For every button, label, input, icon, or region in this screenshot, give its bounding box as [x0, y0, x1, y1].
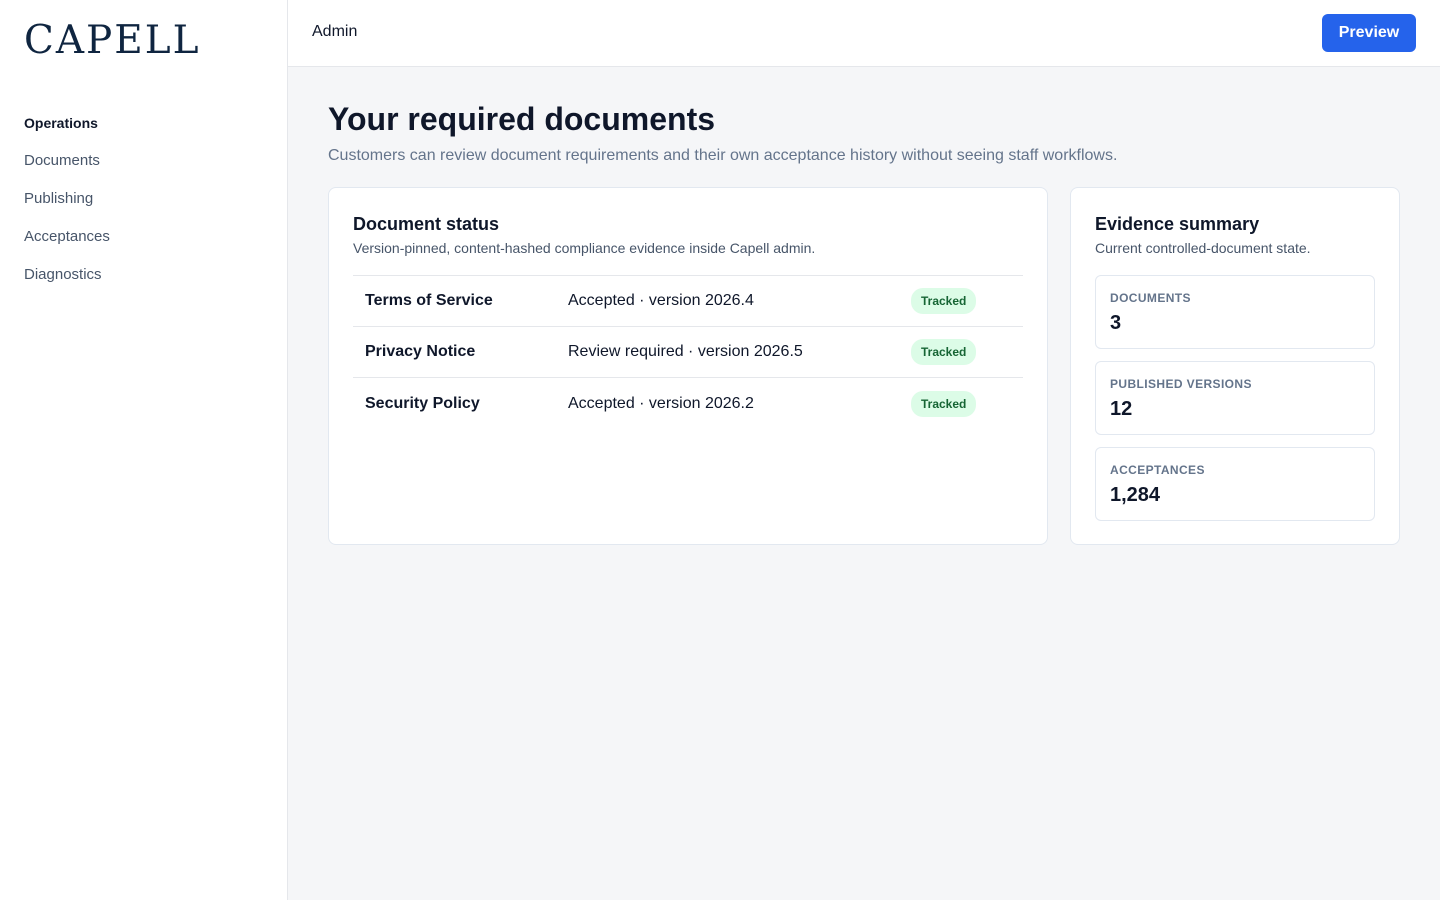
evidence-summary-title: Evidence summary [1095, 214, 1260, 234]
document-status-card: Document status Version-pinned, content-… [328, 187, 1048, 545]
document-state: Accepted · version 2026.4 [568, 292, 754, 309]
status-badge: Tracked [911, 339, 977, 365]
document-name: Terms of Service [365, 292, 493, 309]
page-subtitle: Customers can review document requiremen… [328, 147, 1118, 164]
status-badge: Tracked [911, 390, 977, 417]
topbar: Admin Preview [288, 0, 1440, 67]
page-title: Your required documents [328, 101, 716, 137]
stat-published-versions: PUBLISHED VERSIONS 12 [1095, 361, 1375, 435]
sidebar-nav: Operations Documents Publishing Acceptan… [24, 114, 110, 284]
sidebar-item-publishing[interactable]: Publishing [24, 190, 110, 208]
document-state: Accepted · version 2026.2 [568, 394, 754, 412]
preview-button[interactable]: Preview [1322, 14, 1416, 52]
capell-logo[interactable]: CAPELL [24, 18, 201, 63]
document-table: Terms of Service Accepted · version 2026… [353, 275, 1023, 429]
document-name: Privacy Notice [365, 343, 476, 360]
status-badge: Tracked [911, 288, 977, 314]
stat-value: 12 [1110, 398, 1133, 420]
main-content: Your required documents Customers can re… [328, 100, 1400, 545]
sidebar-section-operations: Operations [24, 115, 98, 131]
evidence-summary-card: Evidence summary Current controlled-docu… [1070, 187, 1400, 545]
evidence-summary-subtitle: Current controlled-document state. [1095, 240, 1311, 256]
sidebar-item-diagnostics[interactable]: Diagnostics [24, 266, 110, 284]
table-row[interactable]: Privacy Notice Review required · version… [353, 327, 1023, 378]
document-state: Review required · version 2026.5 [568, 343, 803, 360]
stat-acceptances: ACCEPTANCES 1,284 [1095, 447, 1375, 521]
document-name: Security Policy [365, 394, 480, 412]
stat-value: 1,284 [1110, 484, 1161, 506]
document-status-title: Document status [353, 214, 500, 234]
stat-documents: DOCUMENTS 3 [1095, 275, 1375, 349]
stat-label: DOCUMENTS [1110, 291, 1191, 305]
table-row[interactable]: Terms of Service Accepted · version 2026… [353, 276, 1023, 327]
stat-value: 3 [1110, 312, 1122, 334]
sidebar: CAPELL Operations Documents Publishing A… [0, 0, 288, 900]
topbar-title: Admin [312, 23, 358, 40]
sidebar-item-acceptances[interactable]: Acceptances [24, 228, 110, 246]
stat-label: ACCEPTANCES [1110, 463, 1205, 477]
table-row[interactable]: Security Policy Accepted · version 2026.… [353, 378, 1023, 429]
sidebar-item-documents[interactable]: Documents [24, 152, 110, 170]
document-status-subtitle: Version-pinned, content-hashed complianc… [353, 240, 816, 256]
stat-label: PUBLISHED VERSIONS [1110, 377, 1252, 391]
